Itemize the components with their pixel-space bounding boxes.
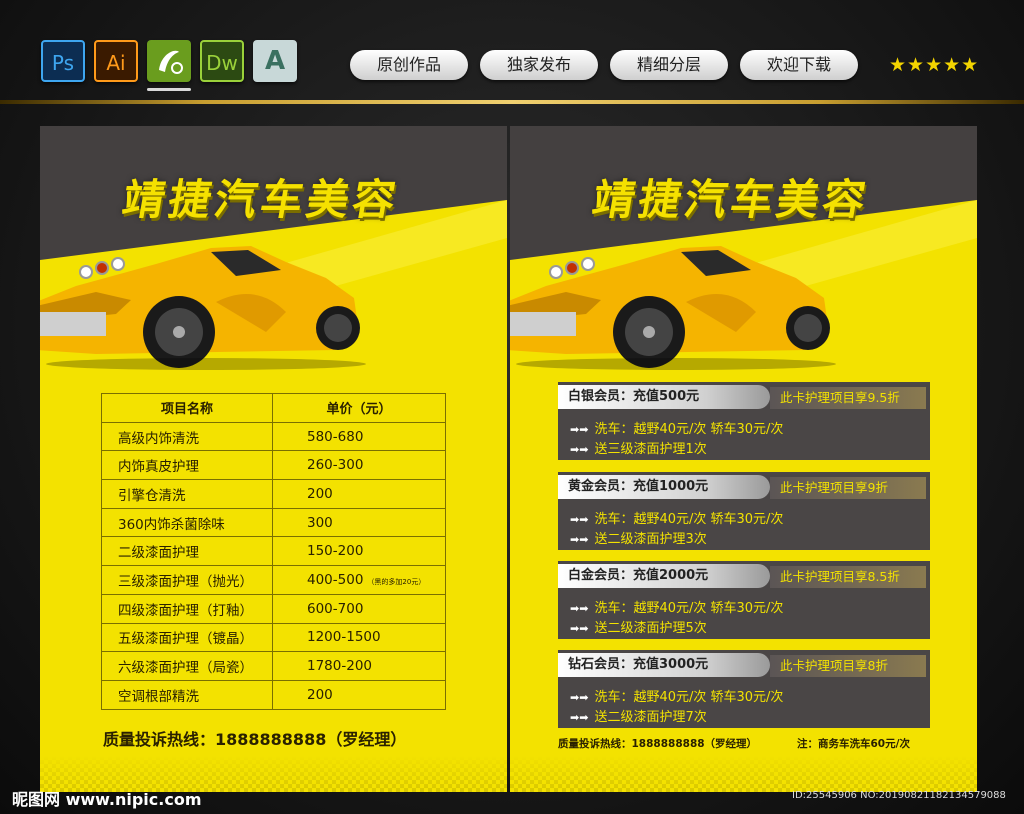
item-price: 1200-1500 xyxy=(272,622,446,653)
item-name: 二级漆面护理 xyxy=(101,536,273,567)
pill-exclusive-release[interactable]: 独家发布 xyxy=(480,50,598,80)
item-name: 高级内饰清洗 xyxy=(101,421,273,452)
item-price: 600-700 xyxy=(272,593,446,624)
table-row: 三级漆面护理（抛光） 400-500 （黑的多加20元） xyxy=(101,565,446,595)
item-name: 四级漆面护理（打釉） xyxy=(101,593,273,624)
member-benefit-text: 送二级漆面护理3次 xyxy=(594,532,707,547)
flyer-title: 靖捷汽车美容 xyxy=(118,175,404,224)
price-table: 项目名称 单价（元） 高级内饰清洗 580-680 内饰真皮护理 260-300 引… xyxy=(101,393,446,710)
item-price: 300 xyxy=(272,507,446,538)
table-row: 六级漆面护理（局瓷） 1780-200 xyxy=(101,651,446,681)
item-price: 400-500 xyxy=(307,571,364,588)
table-row: 四级漆面护理（打釉） 600-700 xyxy=(101,593,446,624)
dreamweaver-icon: Dw xyxy=(200,40,244,82)
member-benefit: ➡➡ 洗车：越野40元/次 轿车30元/次 xyxy=(570,686,783,705)
member-discount: 此卡护理项目享8.5折 xyxy=(770,566,926,588)
item-price-cell: 400-500 （黑的多加20元） xyxy=(272,565,446,595)
sports-car-image xyxy=(510,246,836,370)
photoshop-icon: Ps xyxy=(41,40,85,82)
pill-welcome-download[interactable]: 欢迎下载 xyxy=(740,50,858,80)
table-row: 引擎仓清洗 200 xyxy=(101,479,446,509)
table-row: 五级漆面护理（镀晶） 1200-1500 xyxy=(101,622,446,653)
member-benefit-text: 洗车：越野40元/次 轿车30元/次 xyxy=(594,601,784,616)
member-benefit: ➡➡ 送三级漆面护理1次 xyxy=(570,438,707,457)
table-row: 空调根部精洗 200 xyxy=(101,679,446,710)
member-card-silver: 白银会员：充值500元 此卡护理项目享9.5折 ➡➡ 洗车：越野40元/次 轿车3… xyxy=(558,382,930,460)
arrow-icon: ➡➡ xyxy=(570,443,589,456)
top-bar: Ps Ai Dw A 原创作品 独家发布 精细分层 欢迎下载 ★★★★★ xyxy=(0,0,1024,104)
member-title: 黄金会员：充值1000元 xyxy=(558,475,770,499)
item-price: 200 xyxy=(272,479,446,509)
image-id-watermark: ID:25545906 NO:20190821182134579088 xyxy=(792,790,1006,801)
item-price: 580-680 xyxy=(272,421,446,452)
table-row: 二级漆面护理 150-200 xyxy=(101,536,446,567)
item-name: 引擎仓清洗 xyxy=(101,479,273,509)
nipic-watermark: 昵图网 www.nipic.com xyxy=(12,790,202,809)
item-name: 内饰真皮护理 xyxy=(101,450,273,481)
member-benefit: ➡➡ 送二级漆面护理5次 xyxy=(570,617,707,636)
member-benefit-text: 洗车：越野40元/次 轿车30元/次 xyxy=(594,690,784,705)
member-card-diamond: 钻石会员：充值3000元 此卡护理项目享8折 ➡➡ 洗车：越野40元/次 轿车30… xyxy=(558,650,930,728)
item-name: 六级漆面护理（局瓷） xyxy=(101,651,273,681)
member-discount: 此卡护理项目享9.5折 xyxy=(770,387,926,409)
member-discount: 此卡护理项目享8折 xyxy=(770,655,926,677)
complaint-hotline: 质量投诉热线：1888888888（罗经理） xyxy=(558,738,758,750)
table-row: 360内饰杀菌除味 300 xyxy=(101,507,446,538)
arrow-icon: ➡➡ xyxy=(570,691,589,704)
member-title: 钻石会员：充值3000元 xyxy=(558,653,770,677)
column-header: 单价（元） xyxy=(272,393,446,423)
autocad-icon: A xyxy=(253,40,297,82)
arrow-icon: ➡➡ xyxy=(570,602,589,615)
member-title: 白金会员：充值2000元 xyxy=(558,564,770,588)
item-name: 三级漆面护理（抛光） xyxy=(101,565,273,595)
member-benefit: ➡➡ 洗车：越野40元/次 轿车30元/次 xyxy=(570,597,783,616)
price-note: （黑的多加20元） xyxy=(367,577,426,586)
complaint-hotline: 质量投诉热线：1888888888（罗经理） xyxy=(103,730,407,749)
member-benefit-text: 送二级漆面护理5次 xyxy=(594,621,707,636)
item-name: 空调根部精洗 xyxy=(101,679,273,710)
member-benefit-text: 洗车：越野40元/次 轿车30元/次 xyxy=(594,422,784,437)
member-benefit-text: 送三级漆面护理1次 xyxy=(594,442,707,457)
item-price: 150-200 xyxy=(272,536,446,567)
arrow-icon: ➡➡ xyxy=(570,711,589,724)
column-header: 项目名称 xyxy=(101,393,273,423)
item-name: 360内饰杀菌除味 xyxy=(101,507,273,538)
member-benefit: ➡➡ 洗车：越野40元/次 轿车30元/次 xyxy=(570,418,783,437)
member-benefit-text: 送二级漆面护理7次 xyxy=(594,710,707,725)
selected-icon-indicator xyxy=(147,88,191,91)
member-title: 白银会员：充值500元 xyxy=(558,385,770,409)
table-row: 内饰真皮护理 260-300 xyxy=(101,450,446,481)
gold-divider xyxy=(0,100,1024,104)
member-card-gold: 黄金会员：充值1000元 此卡护理项目享9折 ➡➡ 洗车：越野40元/次 轿车30… xyxy=(558,472,930,550)
flyer-price-list: 靖捷汽车美容 项目名称 单价（元） 高级内饰清洗 580-680 内饰真皮护理 26… xyxy=(40,126,507,792)
table-row: 高级内饰清洗 580-680 xyxy=(101,421,446,452)
flyer-title: 靖捷汽车美容 xyxy=(588,175,874,224)
member-benefit-text: 洗车：越野40元/次 轿车30元/次 xyxy=(594,512,784,527)
member-benefit: ➡➡ 洗车：越野40元/次 轿车30元/次 xyxy=(570,508,783,527)
pill-original-work[interactable]: 原创作品 xyxy=(350,50,468,80)
sports-car-image xyxy=(40,246,366,370)
item-name: 五级漆面护理（镀晶） xyxy=(101,622,273,653)
arrow-icon: ➡➡ xyxy=(570,423,589,436)
member-benefit: ➡➡ 送二级漆面护理3次 xyxy=(570,528,707,547)
business-car-note: 注：商务车洗车60元/次 xyxy=(797,738,910,750)
item-price: 200 xyxy=(272,679,446,710)
checker-pattern xyxy=(510,756,977,792)
member-discount: 此卡护理项目享9折 xyxy=(770,477,926,499)
rating-stars: ★★★★★ xyxy=(889,54,980,76)
member-benefit: ➡➡ 送二级漆面护理7次 xyxy=(570,706,707,725)
arrow-icon: ➡➡ xyxy=(570,622,589,635)
table-header-row: 项目名称 单价（元） xyxy=(101,393,446,423)
arrow-icon: ➡➡ xyxy=(570,533,589,546)
illustrator-icon: Ai xyxy=(94,40,138,82)
item-price: 260-300 xyxy=(272,450,446,481)
arrow-icon: ➡➡ xyxy=(570,513,589,526)
member-card-platinum: 白金会员：充值2000元 此卡护理项目享8.5折 ➡➡ 洗车：越野40元/次 轿车… xyxy=(558,561,930,639)
pill-fine-layers[interactable]: 精细分层 xyxy=(610,50,728,80)
flyer-membership: 靖捷汽车美容 白银会员：充值500元 此卡护理项目享9.5折 ➡➡ 洗车：越野40… xyxy=(510,126,977,792)
item-price: 1780-200 xyxy=(272,651,446,681)
coreldraw-icon xyxy=(147,40,191,82)
